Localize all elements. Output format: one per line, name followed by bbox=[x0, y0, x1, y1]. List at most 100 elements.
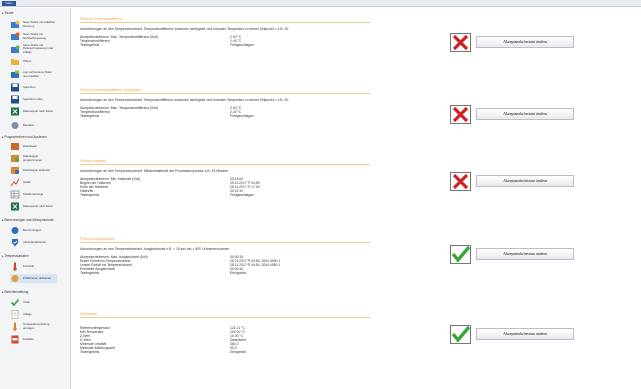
sidebar-item-excel-export[interactable]: Datenexport nach Excel bbox=[10, 107, 57, 116]
sidebar-item-label: Datenlogger auslesen bbox=[23, 167, 51, 172]
exit-icon bbox=[11, 122, 19, 129]
sidebar-section-reporting[interactable]: ▸ Berichterstellung bbox=[2, 290, 28, 294]
sidebar-item-label: Öffnen bbox=[23, 58, 32, 63]
result-value: Erfolgreich bbox=[230, 349, 247, 354]
sidebar-item-save[interactable]: Speichern bbox=[10, 83, 57, 92]
sidebar-item-label: Grafik bbox=[23, 179, 31, 184]
change-criterion-button[interactable]: Akzeptanzkriterium ändern bbox=[476, 175, 574, 187]
sidebar-item-define-test-criteria[interactable]: Prüfkriterien definieren bbox=[10, 274, 57, 283]
calculations-icon bbox=[11, 227, 19, 234]
new-study-icon bbox=[11, 20, 20, 28]
attachment-icon bbox=[11, 310, 19, 319]
section-label: Programmieren und Auslesen bbox=[4, 135, 47, 139]
sidebar-item-label: Berechnungen bbox=[23, 227, 42, 232]
sidebar-item-label: Aus vorhandener Datei neu erstellen bbox=[23, 70, 52, 78]
file-tab[interactable]: Datei bbox=[2, 1, 16, 6]
sidebar-item-new-study-multi[interactable]: Neue Studie mit Mehrfachmessung bbox=[10, 32, 57, 41]
pdf-icon bbox=[11, 335, 19, 344]
result-value: Fehlgeschlagen bbox=[230, 113, 254, 118]
check-equalization-time: Prüfung Ausgleichszeit Anforderungen an … bbox=[80, 237, 500, 275]
section-title: Prüfung Temperaturdifferenz bbox=[80, 17, 370, 23]
sidebar-item-label: Datenexport nach Excel bbox=[23, 203, 53, 208]
result-row: Testergebnis Erfolgreich bbox=[80, 350, 500, 354]
sidebar-item-exit[interactable]: Beenden bbox=[10, 121, 57, 130]
sidebar-item-open[interactable]: Öffnen bbox=[10, 57, 57, 66]
excel-icon bbox=[11, 107, 19, 116]
sidebar-item-acceptance-criteria[interactable]: Akzeptanzkriterien bbox=[10, 238, 57, 247]
sidebar-item-new-study-simple[interactable]: Neue Studie mit einfacher Messung bbox=[10, 20, 57, 29]
ribbon-bar: Datei bbox=[0, 0, 641, 7]
sidebar-item-label: Temperaturverteilung anzeigen bbox=[23, 322, 50, 330]
sidebar-item-read-data[interactable]: Datenlesen bbox=[10, 142, 57, 151]
open-folder-icon bbox=[11, 59, 19, 65]
read-data-icon bbox=[11, 143, 19, 150]
sidebar-section-calculations[interactable]: ▸ Berechnungen und Messprotokolle bbox=[2, 218, 54, 222]
section-label: Berechnungen und Messprotokolle bbox=[4, 218, 54, 222]
sidebar-item-attachment[interactable]: Anlage bbox=[10, 310, 57, 319]
test-criteria-icon bbox=[11, 275, 19, 282]
sidebar-item-label: Datenlesen bbox=[23, 143, 38, 148]
result-label: Testergebnis bbox=[80, 270, 100, 275]
section-title: Prüfung Temperaturdifferenz Haltephase bbox=[80, 88, 370, 94]
change-criterion-button[interactable]: Akzeptanzkriterium ändern bbox=[476, 108, 574, 120]
change-criterion-button[interactable]: Akzeptanzkriterium ändern bbox=[476, 328, 574, 340]
section-label: Berichterstellung bbox=[4, 290, 29, 294]
acceptance-criteria-icon bbox=[12, 239, 18, 247]
sidebar-item-control[interactable]: Kontrolle bbox=[10, 262, 57, 271]
new-study-reference-icon bbox=[11, 45, 20, 53]
change-criterion-button[interactable]: Akzeptanzkriterium ändern bbox=[476, 36, 574, 48]
sidebar-item-graphic[interactable]: Grafik bbox=[10, 178, 57, 187]
result-label: Testergebnis bbox=[80, 42, 100, 47]
change-criterion-button[interactable]: Akzeptanzkriterium ändern bbox=[476, 248, 574, 260]
sidebar-item-excel-export-2[interactable]: Datenexport nach Excel bbox=[10, 202, 57, 211]
sidebar-item-program-logger[interactable]: Datenlogger programmieren bbox=[10, 154, 57, 163]
section-title: Sterilisation bbox=[80, 312, 370, 318]
check-temperature-difference: Prüfung Temperaturdifferenz Anforderunge… bbox=[80, 17, 500, 47]
pass-check-icon bbox=[450, 245, 471, 264]
table-icon bbox=[10, 190, 20, 199]
sidebar: ▸ Studie Neue Studie mit einfacher Messu… bbox=[0, 8, 71, 389]
fail-x-icon bbox=[450, 172, 471, 191]
requirement-text: Anforderungen an den Temperaturverlauf: … bbox=[80, 97, 289, 102]
sidebar-item-label: Tabellenanzeige bbox=[23, 191, 44, 196]
sidebar-item-label: Prüfkriterien definieren bbox=[23, 275, 52, 280]
sidebar-item-table-view[interactable]: Tabellenanzeige bbox=[10, 190, 57, 199]
pass-check-icon bbox=[450, 325, 471, 344]
sidebar-section-study[interactable]: ▸ Studie bbox=[2, 11, 14, 15]
sidebar-item-create-from-file[interactable]: Aus vorhandener Datei neu erstellen bbox=[10, 70, 57, 79]
check-sterilization: Sterilisation Referenztemperatur 121.11 °… bbox=[80, 312, 500, 354]
result-value: Fehlgeschlagen bbox=[230, 42, 254, 47]
sidebar-item-label: Anlage bbox=[23, 311, 32, 316]
sidebar-section-programming[interactable]: ▸ Programmieren und Auslesen bbox=[2, 135, 47, 139]
check-icon bbox=[10, 298, 20, 307]
result-row: Testergebnis Fehlgeschlagen bbox=[80, 114, 500, 118]
sidebar-item-new-study-reference[interactable]: Neue Studie mit Referenzmessung in der A… bbox=[10, 43, 57, 54]
sidebar-item-label: Neue Studie mit Mehrfachmessung bbox=[23, 32, 47, 40]
result-row: Testergebnis Fehlgeschlagen bbox=[80, 193, 500, 197]
requirement-text: Anforderungen an den Temperaturverlauf: … bbox=[80, 168, 229, 173]
result-label: Testergebnis bbox=[80, 113, 100, 118]
sidebar-item-label: Datenlogger programmieren bbox=[23, 154, 42, 162]
sidebar-section-temperature-data[interactable]: ▸ Temperaturdaten bbox=[2, 254, 29, 258]
section-label: Studie bbox=[4, 11, 14, 15]
result-value: Fehlgeschlagen bbox=[230, 192, 254, 197]
excel-icon bbox=[11, 202, 19, 211]
sidebar-item-label: Speichern unter bbox=[23, 96, 43, 101]
sidebar-item-label: Beenden bbox=[23, 122, 35, 127]
check-temperature-difference-hold: Prüfung Temperaturdifferenz Haltephase A… bbox=[80, 88, 500, 118]
check-hold-time: Prüfung Haltezeit Anforderungen an den T… bbox=[80, 159, 500, 197]
distribution-icon bbox=[13, 322, 17, 331]
sidebar-item-calculations[interactable]: Berechnungen bbox=[10, 226, 57, 235]
sidebar-item-read-logger[interactable]: Datenlogger auslesen bbox=[10, 166, 57, 175]
sidebar-item-label: Kontrolle bbox=[23, 263, 35, 268]
chart-icon bbox=[10, 178, 20, 187]
sidebar-item-label: Neue Studie mit einfacher Messung bbox=[23, 20, 56, 28]
sidebar-item-save-as[interactable]: Speichern unter bbox=[10, 95, 57, 104]
sidebar-item-label: Neue Studie mit Referenzmessung in der A… bbox=[23, 43, 54, 54]
sidebar-item-temperature-distribution[interactable]: Temperaturverteilung anzeigen bbox=[10, 322, 57, 331]
fail-x-icon bbox=[450, 33, 471, 52]
result-value: Erfolgreich bbox=[230, 270, 247, 275]
sidebar-item-create-report[interactable]: Erstellen bbox=[10, 335, 57, 344]
sidebar-item-content[interactable]: Inhalt bbox=[10, 298, 57, 307]
read-logger-icon bbox=[11, 167, 19, 174]
